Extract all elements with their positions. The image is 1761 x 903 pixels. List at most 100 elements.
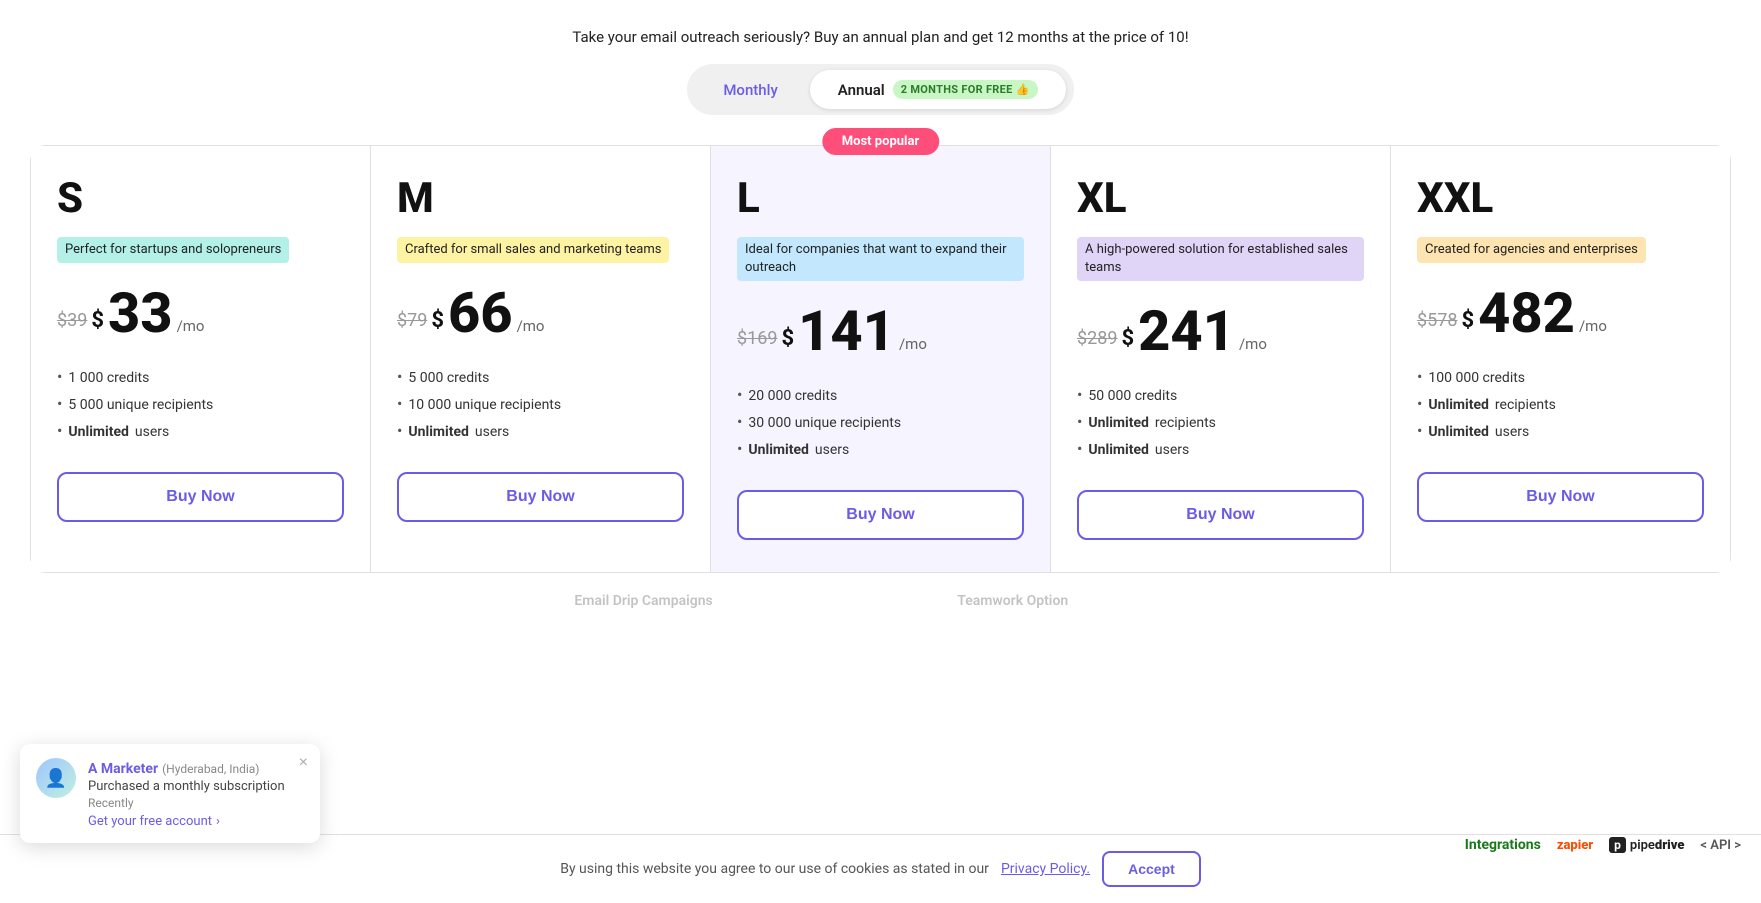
- integrations-label: Integrations: [1465, 837, 1541, 853]
- teamwork-col: Teamwork Option: [838, 593, 1187, 609]
- feature-item: Unlimited users: [57, 417, 344, 444]
- notification-link[interactable]: Get your free account ›: [88, 814, 304, 829]
- zapier-integration[interactable]: zapier: [1557, 838, 1593, 853]
- plan-desc-l: Ideal for companies that want to expand …: [737, 237, 1024, 281]
- price-row-xl: $289 $ 241 /mo: [1077, 303, 1364, 359]
- notification-close-button[interactable]: ×: [299, 754, 308, 772]
- price-dollar-m: $: [431, 308, 444, 333]
- price-dollar-l: $: [781, 326, 794, 351]
- feature-item: 100 000 credits: [1417, 363, 1704, 390]
- price-period-l: /mo: [899, 335, 927, 353]
- feature-item: 20 000 credits: [737, 381, 1024, 408]
- buy-now-button-l[interactable]: Buy Now: [737, 490, 1024, 540]
- plan-desc-xl: A high-powered solution for established …: [1077, 237, 1364, 281]
- privacy-policy-link[interactable]: Privacy Policy.: [1001, 861, 1090, 877]
- toggle-annual[interactable]: Annual 2 MONTHS FOR FREE 👍: [810, 70, 1066, 109]
- free-badge: 2 MONTHS FOR FREE 👍: [893, 80, 1038, 99]
- feature-item: 5 000 credits: [397, 363, 684, 390]
- buy-now-button-m[interactable]: Buy Now: [397, 472, 684, 522]
- price-row-l: $169 $ 141 /mo: [737, 303, 1024, 359]
- price-amount-xxl: 482: [1478, 285, 1575, 341]
- pipedrive-icon: p: [1609, 837, 1626, 853]
- features-list-s: 1 000 credits5 000 unique recipientsUnli…: [57, 363, 344, 444]
- price-dollar-xl: $: [1121, 326, 1134, 351]
- price-dollar-s: $: [91, 308, 104, 333]
- plan-title-xl: XL: [1077, 174, 1364, 223]
- pipedrive-label: pipedrive: [1630, 838, 1685, 853]
- annual-label: Annual: [838, 81, 885, 99]
- features-list-xl: 50 000 creditsUnlimited recipientsUnlimi…: [1077, 381, 1364, 462]
- feature-item: 30 000 unique recipients: [737, 408, 1024, 435]
- price-amount-m: 66: [448, 285, 513, 341]
- notification-avatar: 👤: [36, 758, 76, 798]
- price-old-xxl: $578: [1417, 310, 1457, 331]
- notification-popup: 👤 A Marketer (Hyderabad, India) Purchase…: [20, 744, 320, 843]
- arrow-icon: ›: [216, 814, 220, 829]
- price-amount-l: 141: [798, 303, 895, 359]
- cookie-text: By using this website you agree to our u…: [560, 861, 989, 877]
- notification-content: A Marketer (Hyderabad, India) Purchased …: [88, 758, 304, 829]
- api-label: < API >: [1700, 838, 1741, 853]
- price-old-xl: $289: [1077, 328, 1117, 349]
- plans-section: S Perfect for startups and solopreneurs $…: [0, 145, 1761, 573]
- plan-card-l: Most popularLIdeal for companies that wa…: [711, 146, 1051, 572]
- buy-now-button-s[interactable]: Buy Now: [57, 472, 344, 522]
- price-old-l: $169: [737, 328, 777, 349]
- plan-title-s: S: [57, 174, 344, 223]
- price-period-xl: /mo: [1239, 335, 1267, 353]
- notification-time: Recently: [88, 796, 304, 810]
- plan-desc-s: Perfect for startups and solopreneurs: [57, 237, 289, 263]
- plans-grid: S Perfect for startups and solopreneurs $…: [30, 145, 1731, 573]
- buy-now-button-xxl[interactable]: Buy Now: [1417, 472, 1704, 522]
- price-row-xxl: $578 $ 482 /mo: [1417, 285, 1704, 341]
- feature-item: Unlimited users: [397, 417, 684, 444]
- notification-action: Purchased a monthly subscription: [88, 779, 304, 794]
- notification-name: A Marketer: [88, 761, 158, 777]
- billing-toggle: Monthly Annual 2 MONTHS FOR FREE 👍: [687, 64, 1073, 115]
- price-amount-xl: 241: [1138, 303, 1235, 359]
- features-list-m: 5 000 credits10 000 unique recipientsUnl…: [397, 363, 684, 444]
- plan-desc-xxl: Created for agencies and enterprises: [1417, 237, 1646, 263]
- feature-item: 10 000 unique recipients: [397, 390, 684, 417]
- plan-title-xxl: XXL: [1417, 174, 1704, 223]
- feature-item: 1 000 credits: [57, 363, 344, 390]
- price-dollar-xxl: $: [1461, 308, 1474, 333]
- pipedrive-integration[interactable]: p pipedrive: [1609, 837, 1684, 853]
- features-list-l: 20 000 credits30 000 unique recipientsUn…: [737, 381, 1024, 462]
- price-old-m: $79: [397, 310, 427, 331]
- feature-item: 50 000 credits: [1077, 381, 1364, 408]
- price-row-s: $39 $ 33 /mo: [57, 285, 344, 341]
- price-old-s: $39: [57, 310, 87, 331]
- plan-card-s: S Perfect for startups and solopreneurs $…: [31, 146, 371, 572]
- feature-item: Unlimited recipients: [1417, 390, 1704, 417]
- cookie-accept-button[interactable]: Accept: [1102, 851, 1201, 887]
- price-row-m: $79 $ 66 /mo: [397, 285, 684, 341]
- plan-title-m: M: [397, 174, 684, 223]
- email-drip-col: Email Drip Campaigns: [469, 593, 818, 609]
- buy-now-button-xl[interactable]: Buy Now: [1077, 490, 1364, 540]
- feature-item: Unlimited recipients: [1077, 408, 1364, 435]
- feature-item: 5 000 unique recipients: [57, 390, 344, 417]
- price-period-s: /mo: [177, 317, 205, 335]
- plan-desc-m: Crafted for small sales and marketing te…: [397, 237, 669, 263]
- feature-item: Unlimited users: [737, 435, 1024, 462]
- notification-link-text: Get your free account: [88, 814, 212, 829]
- plan-card-xl: XL A high-powered solution for establishe…: [1051, 146, 1391, 572]
- most-popular-badge: Most popular: [822, 128, 939, 155]
- price-amount-s: 33: [108, 285, 173, 341]
- price-period-xxl: /mo: [1579, 317, 1607, 335]
- promo-text: Take your email outreach seriously? Buy …: [0, 0, 1761, 64]
- zapier-icon: zapier: [1557, 838, 1593, 853]
- billing-toggle-wrapper: Monthly Annual 2 MONTHS FOR FREE 👍: [0, 64, 1761, 115]
- features-list-xxl: 100 000 creditsUnlimited recipientsUnlim…: [1417, 363, 1704, 444]
- plan-card-m: M Crafted for small sales and marketing t…: [371, 146, 711, 572]
- notification-location: (Hyderabad, India): [162, 762, 259, 776]
- page-wrapper: Take your email outreach seriously? Buy …: [0, 0, 1761, 903]
- api-integration[interactable]: < API >: [1700, 838, 1741, 853]
- below-section: Email Drip Campaigns Teamwork Option: [0, 573, 1761, 609]
- plan-title-l: L: [737, 174, 1024, 223]
- price-period-m: /mo: [517, 317, 545, 335]
- plan-card-xxl: XXLCreated for agencies and enterprises …: [1391, 146, 1730, 572]
- toggle-monthly[interactable]: Monthly: [695, 71, 805, 109]
- promo-text-content: Take your email outreach seriously? Buy …: [572, 28, 1188, 46]
